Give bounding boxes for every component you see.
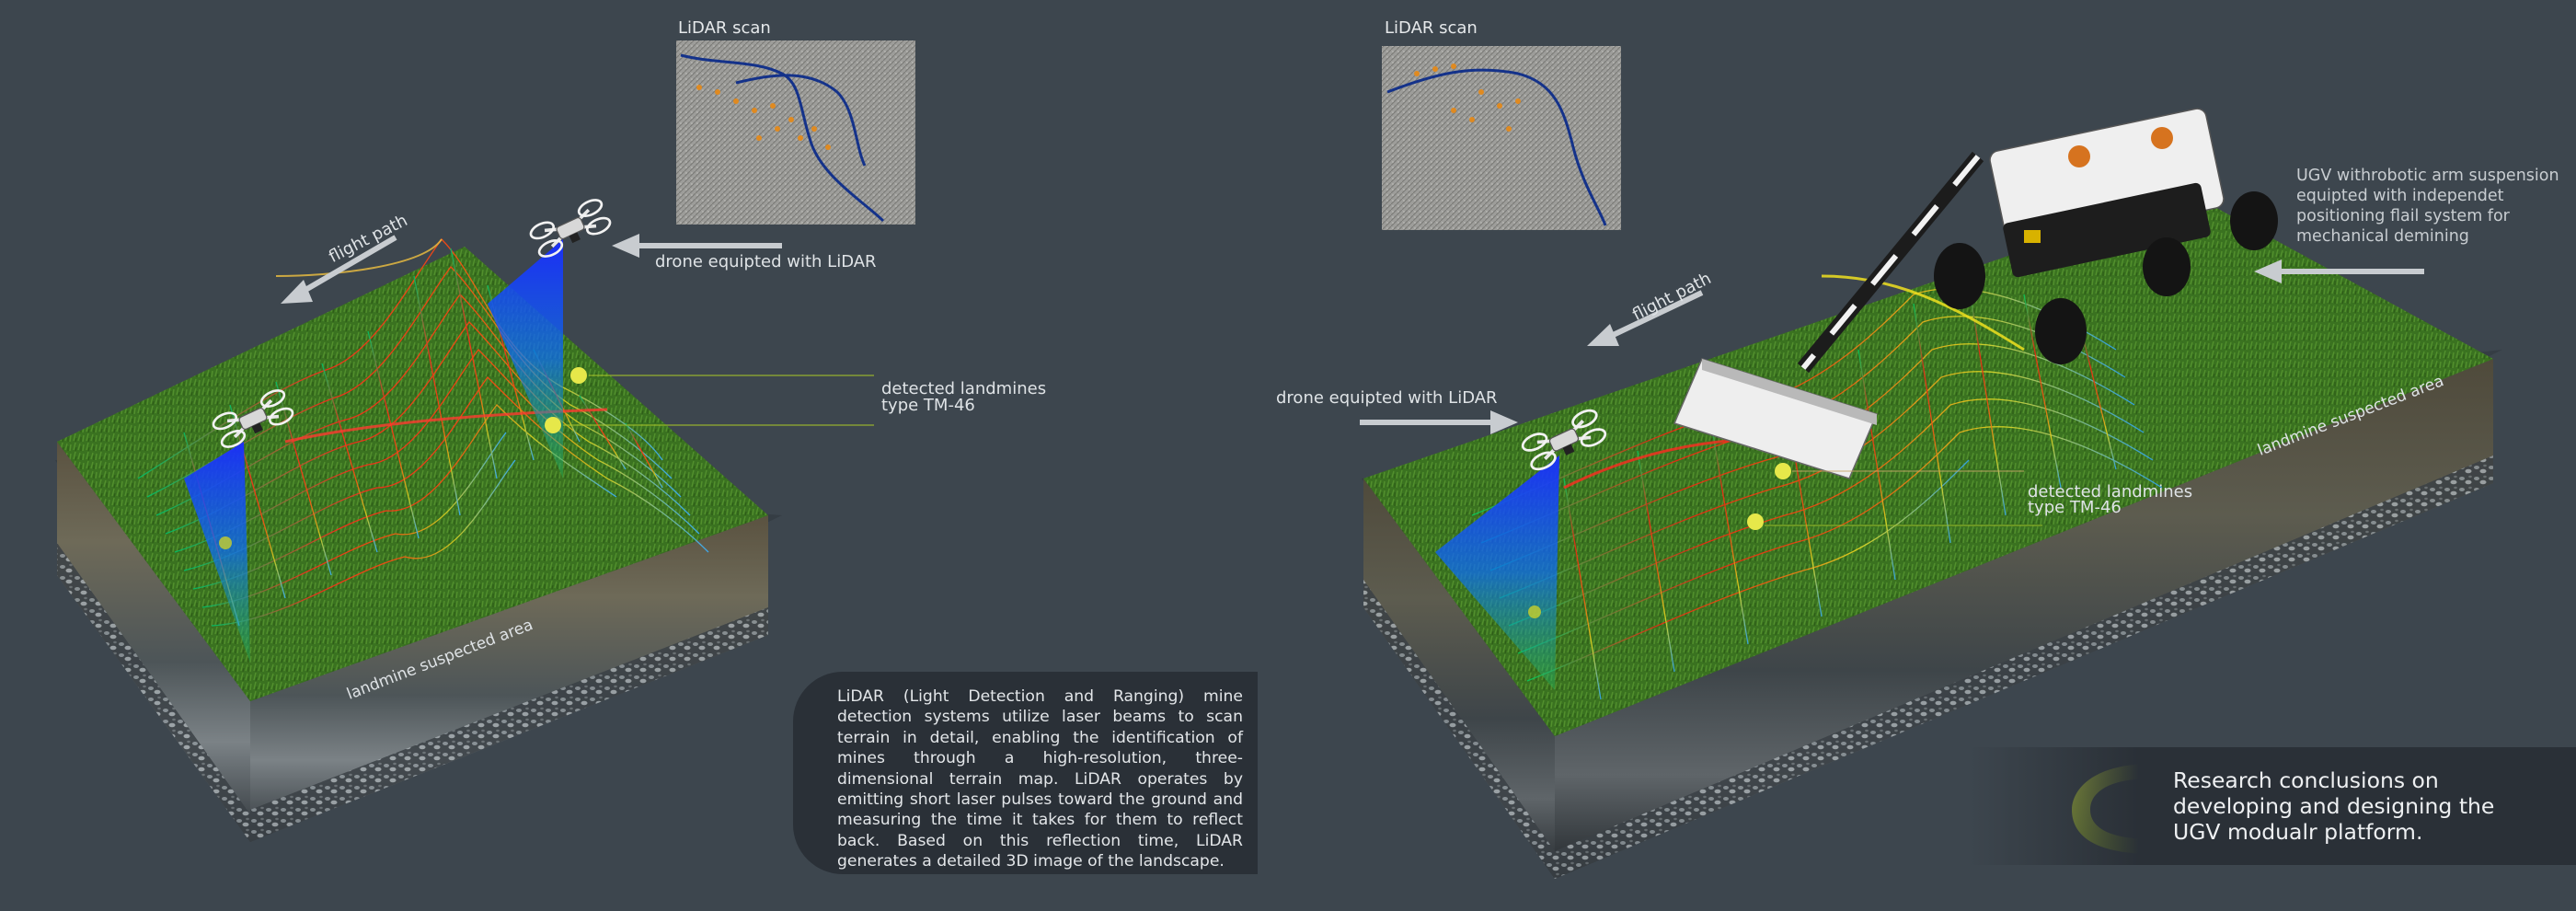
conclusion-line: developing and designing the xyxy=(2173,793,2495,819)
ugv-label-line: positioning flail system for xyxy=(2296,207,2510,225)
left-detected-label-line2: type TM-46 xyxy=(881,396,975,415)
right-scan-title: LiDAR scan xyxy=(1385,18,1478,38)
left-mine-1 xyxy=(570,367,587,384)
ugv-label-line: equipted with independet xyxy=(2296,187,2504,205)
right-mine-2 xyxy=(1747,513,1764,530)
lidar-info-text: LiDAR (Light Detection and Ranging) mine… xyxy=(837,687,1243,871)
left-mine-3 xyxy=(219,536,232,549)
ugv-label-line: UGV withrobotic arm suspension xyxy=(2296,167,2559,185)
left-scan-title: LiDAR scan xyxy=(678,18,771,38)
conclusion-line: UGV modualr platform. xyxy=(2173,819,2423,845)
lidar-info-box: LiDAR (Light Detection and Ranging) mine… xyxy=(793,672,1258,874)
right-mine-3 xyxy=(1528,605,1541,618)
left-drone-label: drone equipted with LiDAR xyxy=(655,252,877,271)
left-terrain-block xyxy=(55,247,782,842)
conclusion-line: Research conclusions on xyxy=(2173,767,2439,793)
right-detected-label-line2: type TM-46 xyxy=(2028,498,2122,517)
conclusion-text: Research conclusions on developing and d… xyxy=(2173,767,2494,845)
ugv-label-line: mechanical demining xyxy=(2296,227,2469,246)
left-lidar-scan-image xyxy=(676,40,915,225)
right-drone-arrow xyxy=(1360,410,1518,434)
ugv-label: UGV withrobotic arm suspension equipted … xyxy=(2296,166,2559,247)
right-lidar-scan-image xyxy=(1382,46,1621,230)
left-mine-2 xyxy=(545,417,561,433)
right-drone-label: drone equipted with LiDAR xyxy=(1276,388,1498,408)
right-mine-1 xyxy=(1775,463,1791,479)
left-drone-2-icon xyxy=(526,195,615,261)
